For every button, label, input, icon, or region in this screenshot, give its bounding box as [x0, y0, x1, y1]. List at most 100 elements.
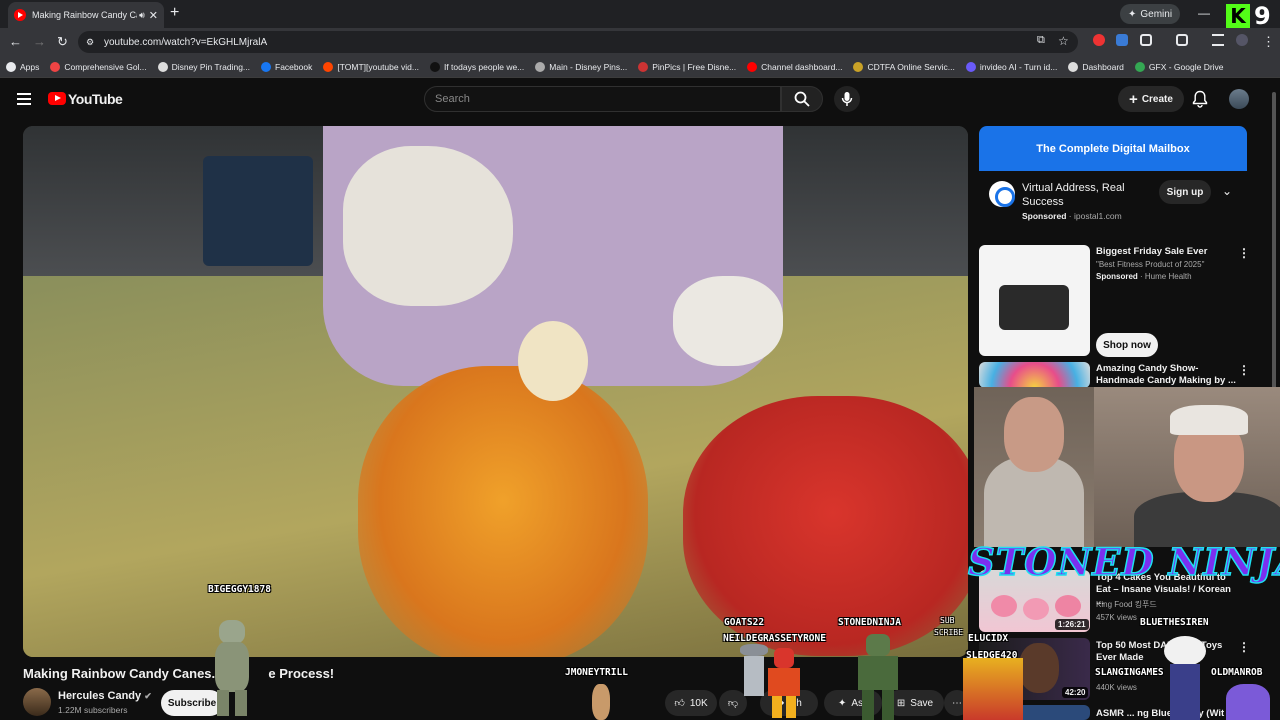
- sparkle-icon: ✦: [1128, 8, 1137, 20]
- webcam-person-right-cap: [1170, 405, 1248, 435]
- video-blue-container: [203, 156, 313, 266]
- recommendation-title[interactable]: Biggest Friday Sale Ever: [1096, 246, 1236, 258]
- webcam-person-left-head: [1004, 397, 1064, 472]
- youtube-favicon-icon: [14, 9, 26, 21]
- video-glove-right: [673, 276, 783, 366]
- more-options-icon[interactable]: ⋮: [1238, 363, 1250, 377]
- bookmark-favicon-icon: [535, 61, 546, 72]
- menu-icon[interactable]: [17, 93, 31, 105]
- bookmark-item[interactable]: Disney Pin Trading...: [157, 61, 251, 72]
- shop-now-button[interactable]: Shop now: [1096, 333, 1158, 357]
- create-button[interactable]: + Create: [1118, 86, 1184, 112]
- bookmark-item[interactable]: Main - Disney Pins...: [535, 61, 628, 72]
- bookmark-item[interactable]: Dashboard: [1068, 61, 1124, 72]
- close-tab-icon[interactable]: ✕: [149, 9, 158, 22]
- bookmark-label: Disney Pin Trading...: [171, 61, 251, 72]
- overlay-username: STONEDNINJA: [838, 617, 901, 628]
- url-field[interactable]: ⚙︎ youtube.com/watch?v=EkGHLMjralA: [78, 31, 1078, 53]
- overlay-sub-label: SUB: [940, 616, 955, 625]
- install-app-icon[interactable]: ⧉: [1037, 34, 1045, 47]
- video-duration: 1:26:21: [1055, 619, 1089, 630]
- search-input[interactable]: Search: [424, 86, 781, 112]
- notifications-bell-icon[interactable]: [1192, 90, 1208, 108]
- ad-title[interactable]: Virtual Address, Real Success: [1022, 181, 1162, 209]
- bookmark-item[interactable]: If todays people we...: [429, 61, 525, 72]
- ad-sponsor-line: Sponsored · ipostal1.com: [1022, 211, 1122, 221]
- channel-name[interactable]: Hercules Candy ✔︎: [58, 690, 152, 702]
- subscriber-count: 1.22M subscribers: [58, 705, 128, 715]
- video-player[interactable]: [23, 126, 968, 657]
- video-title: Making Rainbow Candy Canes... e Process!: [23, 666, 335, 681]
- recommendation-title[interactable]: Amazing Candy Show-Handmade Candy Making…: [1096, 363, 1236, 387]
- more-options-icon[interactable]: ⋮: [1238, 246, 1250, 260]
- verified-icon: ✔︎: [144, 691, 152, 701]
- thumbs-up-icon: 👍︎: [674, 698, 685, 709]
- gremlin-sprite: [205, 620, 257, 718]
- ad-banner[interactable]: The Complete Digital Mailbox: [979, 126, 1247, 171]
- bookmark-label: invideo AI - Turn id...: [979, 61, 1058, 72]
- extensions-puzzle-icon[interactable]: [1140, 34, 1152, 46]
- overlay-sub-label: SCRIBE: [934, 628, 963, 637]
- bookmark-label: Main - Disney Pins...: [549, 61, 628, 72]
- forward-icon[interactable]: →: [33, 34, 46, 49]
- bookmark-item[interactable]: CDTFA Online Servic...: [853, 61, 955, 72]
- more-options-icon[interactable]: ⋮: [1238, 640, 1250, 654]
- bookmark-item[interactable]: PinPics | Free Disne...: [638, 61, 736, 72]
- like-button[interactable]: 👍︎ 10K: [665, 690, 717, 716]
- channel-avatar[interactable]: [23, 688, 51, 716]
- purple-character-sprite: [1226, 684, 1270, 720]
- bookmark-item[interactable]: Comprehensive Gol...: [50, 61, 147, 72]
- recommendation-thumbnail[interactable]: [979, 362, 1090, 388]
- save-label: Save: [910, 697, 934, 709]
- bookmark-label: Comprehensive Gol...: [64, 61, 147, 72]
- back-icon[interactable]: ←: [9, 34, 22, 49]
- bookmark-item[interactable]: invideo AI - Turn id...: [965, 61, 1058, 72]
- bookmarks-bar: Apps Comprehensive Gol... Disney Pin Tradi…: [0, 56, 1280, 78]
- bookmark-item[interactable]: Channel dashboard...: [747, 61, 842, 72]
- profile-icon[interactable]: [1236, 34, 1248, 46]
- overlay-username: GOATS22: [724, 617, 765, 628]
- bookmark-item[interactable]: Facebook: [261, 61, 312, 72]
- youtube-wordmark[interactable]: YouTube: [68, 91, 123, 107]
- chevron-down-icon[interactable]: ⌄: [1222, 184, 1232, 198]
- search-button[interactable]: [781, 86, 823, 112]
- more-icon: ⋯: [952, 697, 962, 709]
- bookmark-item[interactable]: Apps: [6, 61, 40, 72]
- ironman-sprite: [764, 648, 804, 718]
- video-glove-left: [343, 146, 513, 306]
- recommendation-thumbnail[interactable]: [979, 245, 1090, 356]
- bookmark-label: Apps: [20, 61, 40, 72]
- ad-signup-button[interactable]: Sign up: [1159, 180, 1211, 204]
- site-info-icon[interactable]: ⚙︎: [86, 37, 94, 48]
- youtube-logo-icon[interactable]: [48, 92, 66, 105]
- ad-logo-icon[interactable]: [989, 181, 1015, 207]
- bookmark-item[interactable]: [TOMT][youtube vid...: [323, 61, 419, 72]
- kick-counter: 9: [1254, 2, 1271, 30]
- extension-blue-icon[interactable]: [1116, 34, 1128, 46]
- bookmark-favicon-icon: [50, 61, 61, 72]
- account-avatar[interactable]: [1229, 89, 1249, 109]
- stream-banner: STONED NINJA: [967, 539, 1280, 585]
- new-tab-button[interactable]: +: [170, 4, 179, 22]
- bookmark-item[interactable]: GFX - Google Drive: [1134, 61, 1224, 72]
- extension-red-icon[interactable]: [1093, 34, 1105, 46]
- browser-tabstrip: [0, 0, 1280, 28]
- bookmark-favicon-icon: [747, 61, 758, 72]
- bookmark-label: If todays people we...: [443, 61, 525, 72]
- browser-tab-active[interactable]: Making Rainbow Candy Canes 🔊︎ ✕: [8, 2, 164, 28]
- spartan-sprite: [848, 634, 908, 720]
- sidepanel-icon[interactable]: [1176, 34, 1188, 46]
- voice-search-button[interactable]: [834, 86, 860, 112]
- bookmark-label: Dashboard: [1082, 61, 1124, 72]
- bookmark-star-icon[interactable]: ☆: [1058, 34, 1069, 48]
- gemini-button[interactable]: ✦ Gemini: [1120, 4, 1181, 24]
- pixel-character-sprite: [963, 658, 1023, 720]
- speaker-icon[interactable]: 🔊︎: [139, 10, 145, 21]
- microphone-icon: [841, 92, 853, 106]
- bookmark-favicon-icon: [1134, 61, 1145, 72]
- browser-menu-icon[interactable]: ⋮: [1262, 34, 1275, 50]
- reload-icon[interactable]: ↻: [57, 34, 68, 50]
- plus-icon: +: [1129, 90, 1138, 108]
- minimize-icon[interactable]: —: [1198, 6, 1210, 20]
- media-controls-icon[interactable]: [1212, 34, 1224, 46]
